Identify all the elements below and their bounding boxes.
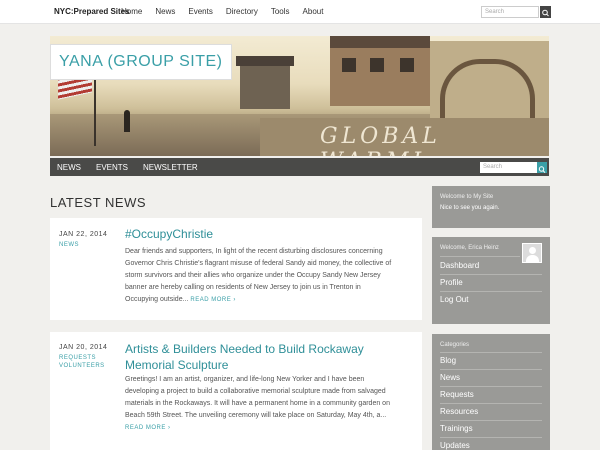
welcome-text: Nice to see you again.	[440, 205, 500, 211]
sidebar-item-log-out[interactable]: Log Out	[440, 295, 468, 304]
site-title[interactable]: YANA (GROUP SITE)	[59, 53, 223, 70]
nav-search-button[interactable]	[537, 162, 547, 173]
article-date: JAN 20, 2014	[59, 344, 108, 351]
article-date: JAN 22, 2014	[59, 231, 108, 238]
graffiti-wall-image: GLOBAL WARMI	[260, 118, 549, 156]
article-excerpt: Dear friends and supporters, In light of…	[125, 248, 392, 303]
article-category-link[interactable]: REQUESTS	[59, 355, 96, 361]
top-nav-news[interactable]: News	[155, 7, 175, 16]
user-widget: Welcome, Erica Heinz Dashboard Profile L…	[432, 237, 550, 324]
read-more-link[interactable]: READ MORE ›	[190, 297, 236, 303]
top-search-input[interactable]: Search	[481, 6, 539, 18]
article-title-link[interactable]: #OccupyChristie	[125, 227, 213, 241]
user-greeting: Welcome, Erica Heinz	[440, 245, 499, 251]
sidebar-item-dashboard[interactable]: Dashboard	[440, 261, 479, 270]
category-trainings[interactable]: Trainings	[440, 424, 473, 433]
site-title-box[interactable]: YANA (GROUP SITE)	[50, 44, 232, 80]
nav-news[interactable]: NEWS	[57, 163, 81, 172]
category-resources[interactable]: Resources	[440, 407, 478, 416]
welcome-widget: Welcome to My Site Nice to see you again…	[432, 186, 550, 228]
top-nav-tools[interactable]: Tools	[271, 7, 290, 16]
read-more-link[interactable]: READ MORE ›	[125, 425, 171, 431]
site-brand-link[interactable]: NYC:Prepared Sites	[54, 7, 130, 16]
top-nav-directory[interactable]: Directory	[226, 7, 258, 16]
top-nav: Home News Events Directory Tools About	[121, 7, 336, 16]
sidebar-item-profile[interactable]: Profile	[440, 278, 463, 287]
main-nav-bar: NEWS EVENTS NEWSLETTER Search	[50, 158, 549, 176]
search-icon	[542, 9, 549, 17]
house-image	[236, 56, 294, 109]
graffiti-text: GLOBAL WARMI	[320, 124, 441, 156]
top-bar: NYC:Prepared Sites Home News Events Dire…	[0, 0, 600, 24]
house-image	[330, 36, 430, 106]
top-search-button[interactable]	[540, 6, 551, 18]
latest-news-heading: LATEST NEWS	[50, 195, 147, 210]
welcome-heading: Welcome to My Site	[440, 194, 494, 200]
article-category-link[interactable]: VOLUNTEERS	[59, 363, 105, 369]
article-card: JAN 22, 2014 NEWS #OccupyChristie Dear f…	[50, 218, 422, 320]
category-updates[interactable]: Updates	[440, 441, 470, 450]
categories-heading: Categories	[440, 342, 470, 348]
avatar[interactable]	[522, 243, 542, 263]
nav-newsletter[interactable]: NEWSLETTER	[143, 163, 198, 172]
category-news[interactable]: News	[440, 373, 460, 382]
article-card: JAN 20, 2014 REQUESTS VOLUNTEERS Artists…	[50, 332, 422, 450]
article-excerpt: Greetings! I am an artist, organizer, an…	[125, 376, 390, 431]
category-blog[interactable]: Blog	[440, 356, 456, 365]
nav-events[interactable]: EVENTS	[96, 163, 128, 172]
category-requests[interactable]: Requests	[440, 390, 474, 399]
top-nav-home[interactable]: Home	[121, 7, 142, 16]
person-silhouette	[124, 110, 130, 132]
nav-search-input[interactable]: Search	[480, 162, 537, 173]
header-banner: GLOBAL WARMI YANA (GROUP SITE)	[50, 36, 549, 156]
search-icon	[538, 166, 546, 173]
top-nav-events[interactable]: Events	[188, 7, 212, 16]
top-nav-about[interactable]: About	[303, 7, 324, 16]
categories-widget: Categories Blog News Requests Resources …	[432, 334, 550, 450]
article-category-link[interactable]: NEWS	[59, 242, 79, 248]
article-title-link[interactable]: Artists & Builders Needed to Build Rocka…	[125, 341, 385, 373]
